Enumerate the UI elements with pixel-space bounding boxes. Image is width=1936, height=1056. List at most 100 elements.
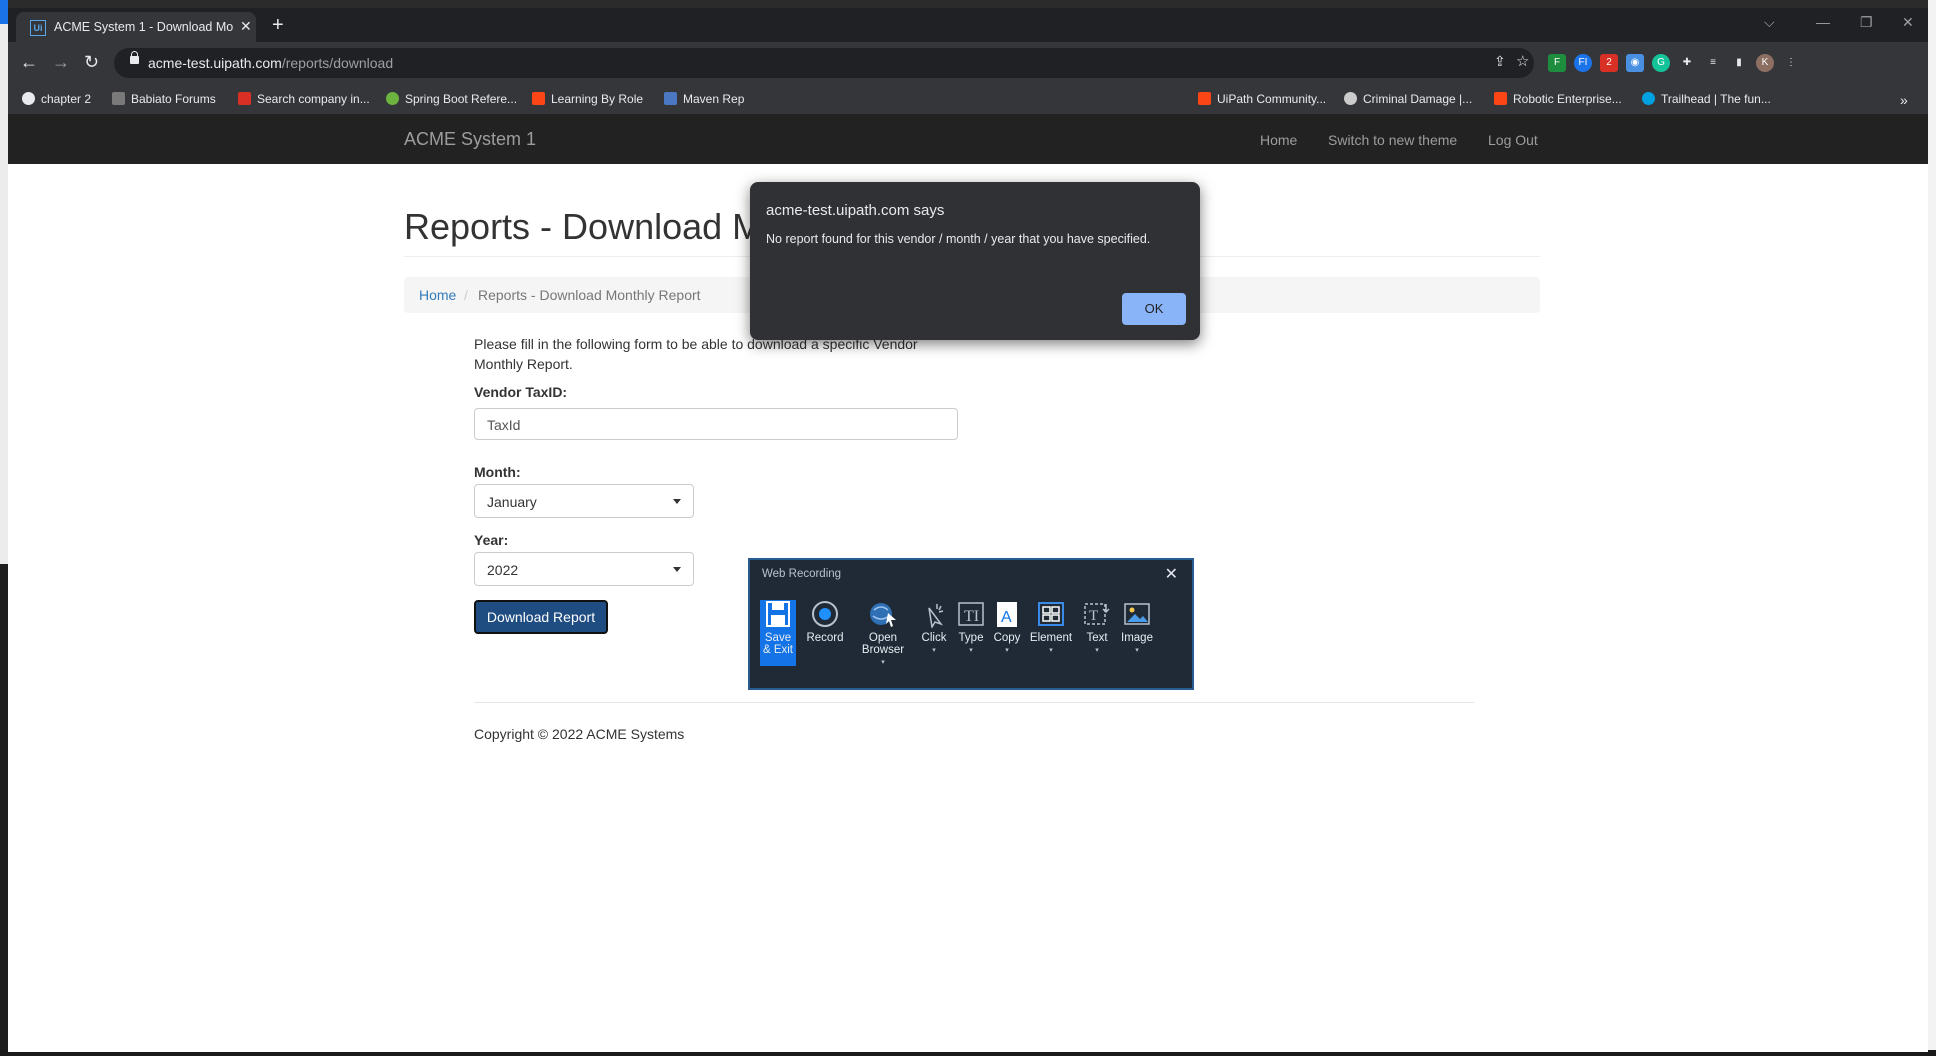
- address-bar[interactable]: acme-test.uipath.com/reports/download ⇪ …: [114, 48, 1534, 78]
- menu-kebab-icon[interactable]: ⋮: [1782, 54, 1800, 72]
- new-tab-icon[interactable]: +: [272, 14, 284, 37]
- forward-icon[interactable]: →: [52, 52, 70, 73]
- svg-text:A: A: [1001, 609, 1012, 626]
- bookmark-star-icon[interactable]: ☆: [1516, 52, 1529, 70]
- bookmark-icon: [1642, 92, 1655, 105]
- url-text: acme-test.uipath.com/reports/download: [148, 55, 394, 71]
- extensions-puzzle-icon[interactable]: ✚: [1678, 54, 1696, 72]
- site-brand[interactable]: ACME System 1: [404, 129, 536, 150]
- open-browser-button[interactable]: Open Browser ▾: [858, 600, 908, 669]
- bookmark-item[interactable]: Babiato Forums: [112, 92, 216, 106]
- web-recording-title: Web Recording: [762, 568, 842, 580]
- minimize-icon[interactable]: —: [1816, 14, 1830, 30]
- taxid-label: Vendor TaxID:: [474, 384, 568, 400]
- bookmark-icon: [112, 92, 125, 105]
- alert-title: acme-test.uipath.com says: [766, 202, 945, 219]
- footer-copyright: Copyright © 2022 ACME Systems: [474, 726, 685, 742]
- nav-switch-theme-link[interactable]: Switch to new theme: [1328, 132, 1457, 148]
- share-icon[interactable]: ⇪: [1494, 53, 1506, 70]
- month-select[interactable]: January: [474, 484, 694, 518]
- month-label: Month:: [474, 464, 521, 480]
- web-recording-toolbar: Web Recording ✕ Save& Exit Record Open: [748, 558, 1194, 690]
- bookmark-item[interactable]: Trailhead | The fun...: [1642, 92, 1771, 106]
- alert-dialog: acme-test.uipath.com says No report foun…: [750, 182, 1200, 340]
- tab-strip: Ui ACME System 1 - Download Mon ✕ + ⌵ — …: [8, 8, 1928, 42]
- text-icon: T: [1082, 600, 1112, 628]
- alert-message: No report found for this vendor / month …: [766, 232, 1151, 246]
- close-window-icon[interactable]: ✕: [1902, 14, 1914, 31]
- bookmark-item[interactable]: UiPath Community...: [1198, 92, 1326, 106]
- tab-search-icon[interactable]: ⌵: [1764, 14, 1775, 31]
- nav-home-link[interactable]: Home: [1260, 132, 1297, 148]
- more-bookmarks-icon[interactable]: »: [1900, 92, 1908, 108]
- svg-text:TI: TI: [964, 608, 979, 625]
- click-icon: [919, 600, 949, 630]
- type-button[interactable]: TI Type ▾: [954, 600, 988, 657]
- breadcrumb-home-link[interactable]: Home: [419, 287, 456, 303]
- bookmark-item[interactable]: Maven Rep: [664, 92, 744, 106]
- footer-divider: [474, 702, 1474, 703]
- bookmark-item[interactable]: Criminal Damage |...: [1344, 92, 1472, 106]
- bookmark-item[interactable]: Search company in...: [238, 92, 370, 106]
- avatar[interactable]: K: [1756, 54, 1774, 72]
- bookmark-icon: [1198, 92, 1211, 105]
- browser-toolbar: ← → ↻ acme-test.uipath.com/reports/downl…: [8, 42, 1928, 86]
- svg-text:T: T: [1089, 608, 1098, 624]
- alert-ok-button[interactable]: OK: [1122, 293, 1186, 325]
- globe-cursor-icon: [868, 600, 898, 628]
- breadcrumb-separator: /: [464, 287, 468, 303]
- record-button[interactable]: Record: [802, 600, 848, 644]
- copy-button[interactable]: A Copy ▾: [990, 600, 1024, 657]
- close-icon[interactable]: ✕: [1165, 564, 1178, 584]
- side-panel-icon[interactable]: ▮: [1730, 54, 1748, 72]
- grammarly-icon[interactable]: G: [1652, 54, 1670, 72]
- bookmark-item[interactable]: Robotic Enterprise...: [1494, 92, 1622, 106]
- bookmark-item[interactable]: Learning By Role: [532, 92, 643, 106]
- bookmark-icon: [22, 92, 35, 105]
- tab-title: ACME System 1 - Download Mon: [54, 20, 234, 34]
- bookmark-icon: [532, 92, 545, 105]
- tab-acme-download[interactable]: Ui ACME System 1 - Download Mon ✕: [16, 12, 256, 42]
- chevron-down-icon: [673, 499, 681, 504]
- year-select[interactable]: 2022: [474, 552, 694, 586]
- breadcrumb-current: Reports - Download Monthly Report: [478, 287, 701, 303]
- page-content: ACME System 1 Home Switch to new theme L…: [8, 114, 1928, 1052]
- element-icon: [1036, 600, 1066, 628]
- bookmark-icon: [1494, 92, 1507, 105]
- extension-blue-icon[interactable]: FI: [1574, 54, 1592, 72]
- reading-list-icon[interactable]: ≡: [1704, 54, 1722, 72]
- download-report-button[interactable]: Download Report: [474, 600, 608, 634]
- bookmarks-bar: chapter 2 Babiato Forums Search company …: [8, 86, 1928, 114]
- left-window-edge: [0, 0, 8, 1056]
- bookmark-icon: [664, 92, 677, 105]
- click-button[interactable]: Click ▾: [916, 600, 952, 657]
- copy-icon: A: [992, 600, 1022, 628]
- save-exit-button[interactable]: Save & Exit: [760, 600, 796, 656]
- taxid-input[interactable]: TaxId: [474, 408, 958, 440]
- extension-camera-icon[interactable]: ◉: [1626, 54, 1644, 72]
- tab-close-icon[interactable]: ✕: [240, 18, 252, 35]
- lock-icon: [130, 51, 139, 64]
- type-icon: TI: [956, 600, 986, 628]
- restore-icon[interactable]: ❐: [1860, 14, 1873, 31]
- bookmark-icon: [386, 92, 399, 105]
- bookmark-icon: [1344, 92, 1357, 105]
- extension-green-icon[interactable]: F: [1548, 54, 1566, 72]
- back-icon[interactable]: ←: [20, 52, 38, 73]
- uipath-favicon-icon: Ui: [30, 20, 46, 36]
- year-label: Year:: [474, 532, 509, 548]
- image-button[interactable]: Image ▾: [1116, 600, 1158, 657]
- bookmark-icon: [238, 92, 251, 105]
- element-button[interactable]: Element ▾: [1028, 600, 1074, 657]
- chevron-down-icon: [673, 567, 681, 572]
- image-icon: [1122, 600, 1152, 628]
- bookmark-item[interactable]: chapter 2: [22, 92, 91, 106]
- text-button[interactable]: T Text ▾: [1080, 600, 1114, 657]
- site-navbar: ACME System 1 Home Switch to new theme L…: [8, 114, 1928, 164]
- form-intro-text: Please fill in the following form to be …: [474, 336, 918, 372]
- right-window-edge: [1928, 0, 1936, 1056]
- reload-icon[interactable]: ↻: [84, 52, 99, 73]
- bookmark-item[interactable]: Spring Boot Refere...: [386, 92, 517, 106]
- extension-red-icon[interactable]: 2: [1600, 54, 1618, 72]
- nav-logout-link[interactable]: Log Out: [1488, 132, 1538, 148]
